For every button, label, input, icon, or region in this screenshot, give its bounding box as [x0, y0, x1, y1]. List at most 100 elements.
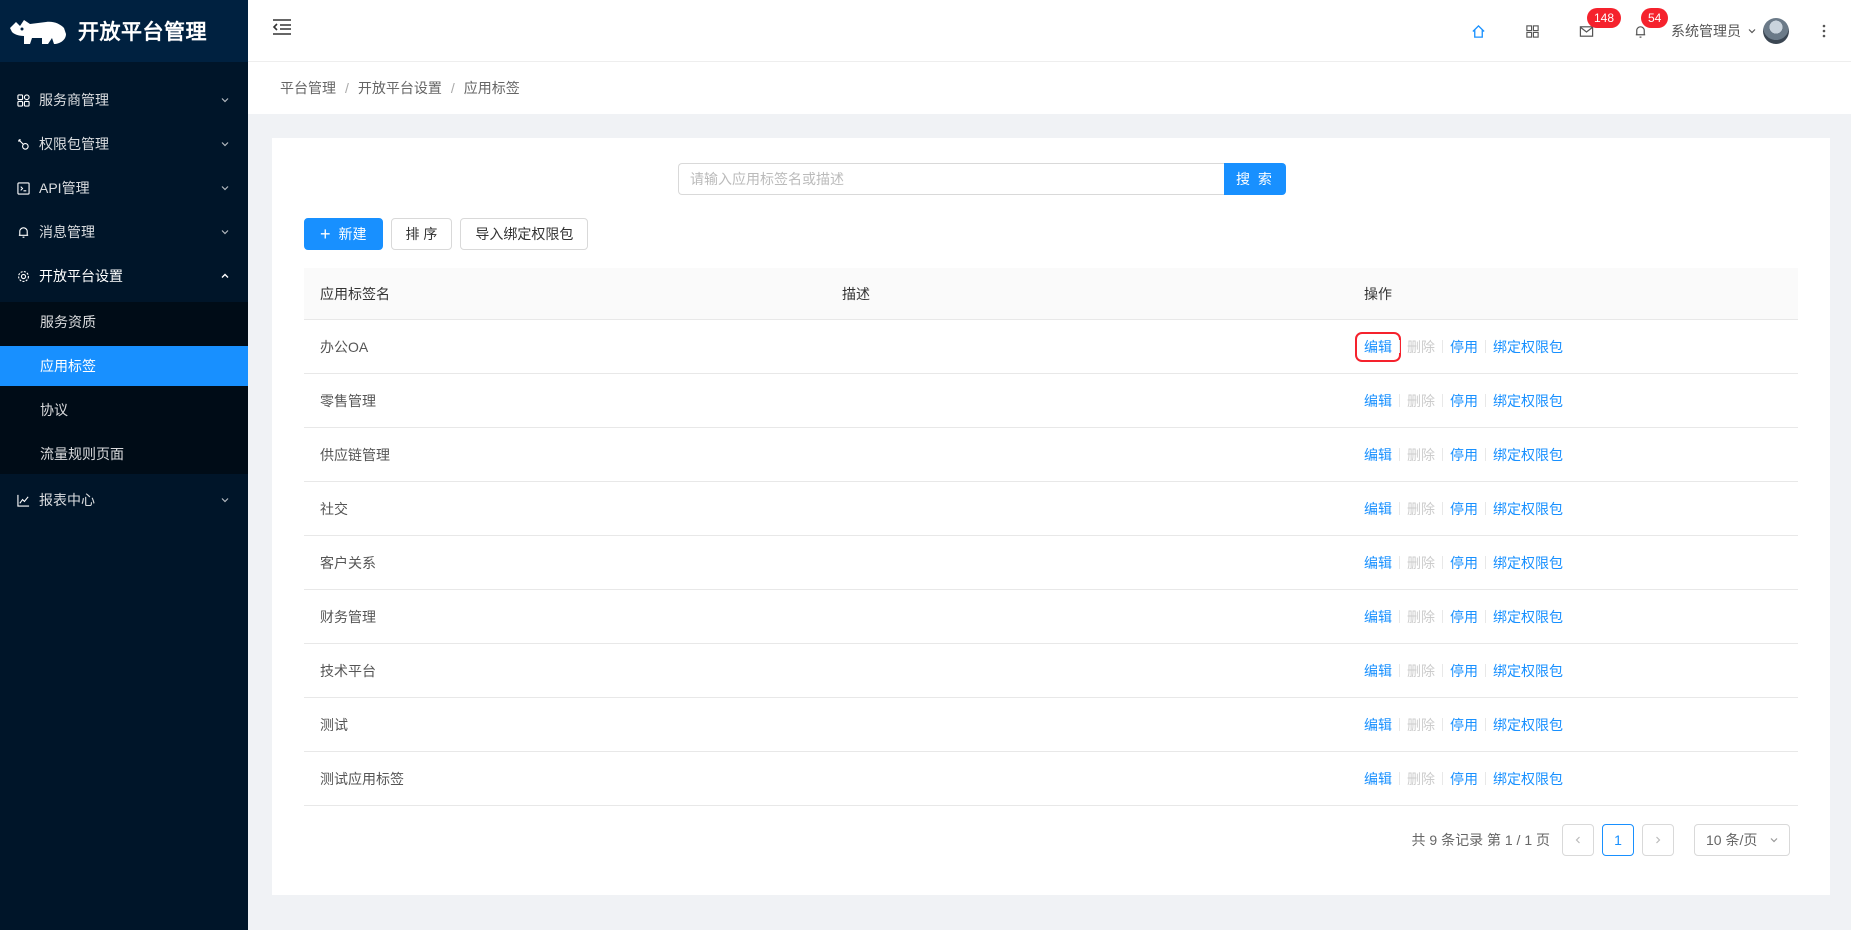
sidebar-item-reports[interactable]: 报表中心 — [0, 478, 248, 522]
tag-name-cell: 财务管理 — [320, 608, 376, 625]
disable-link[interactable]: 停用 — [1450, 715, 1478, 735]
table-row: 零售管理 编辑 删除 停用 绑定权限包 — [304, 374, 1798, 428]
page-size-select[interactable]: 10 条/页 — [1694, 824, 1790, 856]
delete-link[interactable]: 删除 — [1407, 445, 1435, 465]
logo[interactable]: 开放平台管理 — [0, 0, 248, 62]
ops-cell: 编辑 删除 停用 绑定权限包 — [1348, 499, 1798, 519]
disable-link[interactable]: 停用 — [1450, 769, 1478, 789]
bell-icon — [16, 225, 30, 239]
sidebar-item-provider[interactable]: 服务商管理 — [0, 78, 248, 122]
divider — [1485, 772, 1486, 785]
tag-name-cell: 零售管理 — [320, 392, 376, 409]
tag-name-cell: 测试 — [320, 716, 348, 733]
sidebar-item-permission[interactable]: 权限包管理 — [0, 122, 248, 166]
sidebar-item-message[interactable]: 消息管理 — [0, 210, 248, 254]
sidebar-subitem-app-tags[interactable]: 应用标签 — [0, 346, 248, 386]
tag-name-cell: 社交 — [320, 500, 348, 517]
search-button[interactable]: 搜 索 — [1224, 163, 1286, 195]
breadcrumb-item[interactable]: 开放平台设置 — [358, 78, 442, 98]
bind-permission-link[interactable]: 绑定权限包 — [1493, 769, 1563, 789]
divider — [1442, 556, 1443, 569]
mail-button[interactable]: 148 — [1559, 0, 1622, 62]
key-icon — [16, 137, 30, 151]
bind-permission-link[interactable]: 绑定权限包 — [1493, 337, 1563, 357]
sort-button[interactable]: 排 序 — [390, 218, 453, 250]
edit-link[interactable]: 编辑 — [1364, 499, 1392, 519]
code-icon — [16, 181, 30, 195]
disable-link[interactable]: 停用 — [1450, 553, 1478, 573]
rhino-logo-icon — [10, 20, 66, 44]
more-button[interactable] — [1797, 0, 1851, 62]
sidebar-subitem-traffic-rules[interactable]: 流量规则页面 — [0, 434, 248, 474]
divider — [1442, 394, 1443, 407]
divider — [1399, 718, 1400, 731]
table-row: 客户关系 编辑 删除 停用 绑定权限包 — [304, 536, 1798, 590]
chart-icon — [16, 493, 30, 507]
delete-link[interactable]: 删除 — [1407, 391, 1435, 411]
new-button[interactable]: + 新建 — [304, 218, 383, 250]
user-menu[interactable]: 系统管理员 — [1667, 0, 1797, 62]
sidebar-subitem-qualification[interactable]: 服务资质 — [0, 302, 248, 342]
toolbar: + 新建 排 序 导入绑定权限包 — [304, 218, 589, 250]
bind-permission-link[interactable]: 绑定权限包 — [1493, 445, 1563, 465]
chevron-down-icon — [221, 230, 229, 235]
search-bar: 搜 索 — [678, 163, 1286, 195]
pagination: 共 9 条记录 第 1 / 1 页 1 10 条/页 — [1412, 824, 1790, 856]
bind-permission-link[interactable]: 绑定权限包 — [1493, 391, 1563, 411]
divider — [1399, 772, 1400, 785]
delete-link[interactable]: 删除 — [1407, 607, 1435, 627]
sidebar-item-api[interactable]: API管理 — [0, 166, 248, 210]
ops-cell: 编辑 删除 停用 绑定权限包 — [1348, 607, 1798, 627]
chevron-down-icon — [1748, 29, 1756, 34]
page-size-value: 10 条/页 — [1706, 832, 1758, 848]
apps-button[interactable] — [1505, 0, 1559, 62]
disable-link[interactable]: 停用 — [1450, 391, 1478, 411]
disable-link[interactable]: 停用 — [1450, 445, 1478, 465]
divider — [1442, 718, 1443, 731]
next-page-button[interactable] — [1642, 824, 1674, 856]
new-button-label: 新建 — [338, 226, 367, 242]
menu-fold-icon[interactable] — [272, 18, 292, 36]
bind-permission-link[interactable]: 绑定权限包 — [1493, 715, 1563, 735]
user-name: 系统管理员 — [1671, 23, 1741, 39]
bind-permission-link[interactable]: 绑定权限包 — [1493, 607, 1563, 627]
grid-icon — [1525, 24, 1539, 38]
search-input[interactable] — [678, 163, 1224, 195]
breadcrumb-item[interactable]: 平台管理 — [280, 78, 336, 98]
bind-permission-link[interactable]: 绑定权限包 — [1493, 499, 1563, 519]
sidebar-item-settings[interactable]: 开放平台设置 — [0, 254, 248, 298]
delete-link[interactable]: 删除 — [1407, 337, 1435, 357]
sidebar-item-label: API管理 — [39, 180, 90, 196]
prev-page-button[interactable] — [1562, 824, 1594, 856]
chevron-left-icon — [1575, 836, 1580, 844]
table-row: 测试应用标签 编辑 删除 停用 绑定权限包 — [304, 752, 1798, 806]
disable-link[interactable]: 停用 — [1450, 337, 1478, 357]
delete-link[interactable]: 删除 — [1407, 661, 1435, 681]
edit-link[interactable]: 编辑 — [1364, 391, 1392, 411]
edit-link[interactable]: 编辑 — [1364, 769, 1392, 789]
bind-permission-link[interactable]: 绑定权限包 — [1493, 661, 1563, 681]
disable-link[interactable]: 停用 — [1450, 607, 1478, 627]
edit-link[interactable]: 编辑 — [1364, 607, 1392, 627]
apps-icon — [16, 93, 30, 107]
delete-link[interactable]: 删除 — [1407, 553, 1435, 573]
edit-link[interactable]: 编辑 — [1364, 661, 1392, 681]
notification-button[interactable]: 54 — [1613, 0, 1669, 62]
disable-link[interactable]: 停用 — [1450, 661, 1478, 681]
delete-link[interactable]: 删除 — [1407, 499, 1435, 519]
disable-link[interactable]: 停用 — [1450, 499, 1478, 519]
delete-link[interactable]: 删除 — [1407, 769, 1435, 789]
page-number-button[interactable]: 1 — [1602, 824, 1634, 856]
edit-link[interactable]: 编辑 — [1364, 715, 1392, 735]
edit-link[interactable]: 编辑 — [1355, 331, 1401, 362]
table-row: 财务管理 编辑 删除 停用 绑定权限包 — [304, 590, 1798, 644]
bind-permission-link[interactable]: 绑定权限包 — [1493, 553, 1563, 573]
sidebar-subitem-agreement[interactable]: 协议 — [0, 390, 248, 430]
edit-link[interactable]: 编辑 — [1364, 553, 1392, 573]
chevron-up-icon — [221, 273, 229, 278]
home-button[interactable] — [1451, 0, 1505, 62]
divider — [1485, 340, 1486, 353]
edit-link[interactable]: 编辑 — [1364, 445, 1392, 465]
import-bind-button[interactable]: 导入绑定权限包 — [460, 218, 589, 250]
delete-link[interactable]: 删除 — [1407, 715, 1435, 735]
